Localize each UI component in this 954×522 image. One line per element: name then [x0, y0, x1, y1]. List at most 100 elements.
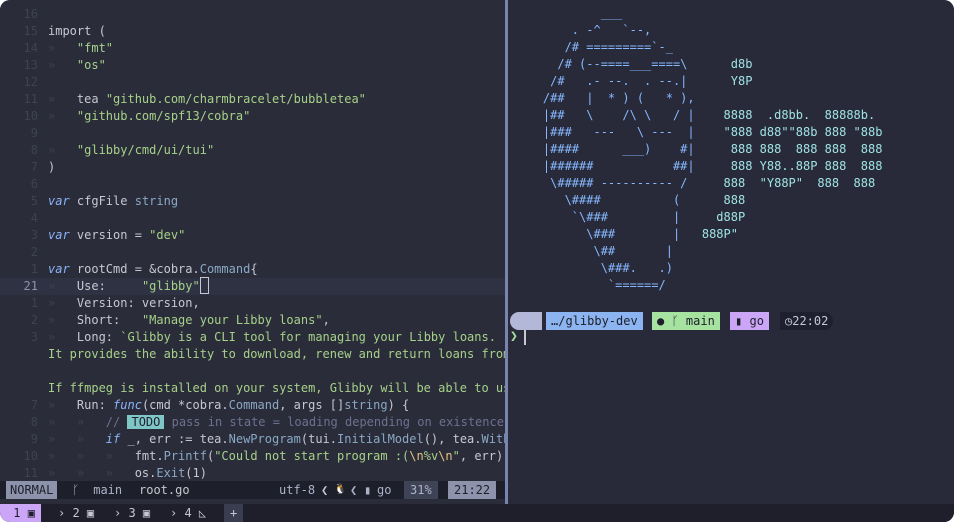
ascii-art-line: |## \ /\ \ / | 8888 .d8bb. 88888b. — [514, 107, 875, 124]
ascii-owl: \#### ( — [514, 193, 724, 207]
ascii-art-line: \## | — [514, 243, 673, 260]
code-token: %v — [423, 449, 439, 463]
code-text: » » » fmt.Printf("Could not start progra… — [48, 448, 503, 465]
code-line[interactable]: 5 var cfgFile string — [0, 193, 505, 210]
code-line[interactable]: 8 » "glibby/cmd/ui/tui" — [0, 142, 505, 159]
code-line[interactable]: 2 — [0, 244, 505, 261]
code-token: Long: — [76, 330, 121, 344]
window-tab-2[interactable]: › 2 ▣ — [52, 504, 100, 522]
line-number: 12 — [23, 75, 38, 89]
code-token: » — [48, 58, 77, 72]
shell-cursor[interactable] — [524, 330, 526, 345]
code-token: » » » — [48, 449, 135, 463]
ascii-logo-text: "888 d88""88b 888 "88b — [723, 125, 883, 139]
code-line[interactable]: 8 » » // TODO pass in state = loading dep… — [0, 414, 505, 431]
mode-indicator: NORMAL — [6, 481, 58, 499]
code-token: cfgFile — [69, 194, 135, 208]
code-line[interactable]: 1 » Version: version, — [0, 295, 505, 312]
code-line[interactable]: 6 — [0, 176, 505, 193]
code-token: » — [48, 398, 77, 412]
window-tab-3[interactable]: › 3 ▣ — [108, 504, 156, 522]
linux-icon: 🐧 — [334, 484, 347, 495]
code-line[interactable] — [0, 363, 505, 380]
code-text: » Run: func(cmd *cobra.Command, args []s… — [48, 397, 409, 414]
editor-pane[interactable]: 16 15 import (14» "fmt" 13» "os" 12 11» tea "… — [0, 0, 505, 504]
ascii-owl: . -^ `--, — [514, 23, 652, 37]
code-token: (cmd *cobra. — [141, 398, 229, 412]
chart-icon: ◺ — [198, 506, 207, 520]
code-line[interactable]: 1 var rootCmd = &cobra.Command{ — [0, 261, 505, 278]
code-line[interactable]: 2 » Short: "Manage your Libby loans", — [0, 312, 505, 329]
code-token: Use: — [76, 279, 142, 293]
ascii-owl: `======/ — [514, 278, 666, 292]
github-icon: ● — [657, 314, 665, 328]
prompt-time-label: 22:02 — [792, 314, 829, 328]
code-line[interactable]: 9 » » if _, err := tea.NewProgram(tui.Ini… — [0, 431, 505, 448]
code-token: os. — [134, 466, 157, 480]
code-text: » Use: "glibby" — [48, 277, 209, 295]
code-line[interactable]: 12 — [0, 74, 505, 91]
code-text: » Long: `Glibby is a CLI tool for managi… — [48, 329, 496, 346]
prompt-chevron: ❯ — [510, 329, 518, 344]
code-text: If ffmpeg is installed on your system, G… — [48, 380, 505, 397]
line-number: 11 — [23, 466, 38, 480]
chevron-left-icon: ❮ — [321, 483, 329, 497]
code-token: ) — [48, 160, 56, 174]
terminal-icon: ▣ — [27, 506, 35, 520]
code-line[interactable]: 4 — [0, 210, 505, 227]
code-token: var — [48, 194, 70, 208]
prompt-git: ● ᚴ main — [652, 312, 720, 330]
code-token: `Glibby is a CLI tool for managing your … — [120, 330, 496, 344]
code-text: var cfgFile string — [48, 193, 178, 210]
code-line[interactable]: 7) — [0, 159, 505, 176]
code-line[interactable]: It provides the ability to download, ren… — [0, 346, 505, 363]
code-token: (), tea. — [423, 432, 482, 446]
code-token: "os" — [76, 58, 106, 72]
code-line[interactable]: 3 var version = "dev" — [0, 227, 505, 244]
code-line[interactable]: 15 import ( — [0, 23, 505, 40]
code-line[interactable]: 14 » "fmt" — [0, 40, 505, 57]
code-token: fmt. — [134, 449, 164, 463]
ascii-logo-text: 888 "Y88P" 888 888 — [723, 176, 876, 190]
ascii-art-line: `\### | d88P — [514, 209, 745, 226]
terminal-icon: ▣ — [142, 506, 151, 520]
apple-icon — [510, 312, 542, 330]
code-line[interactable]: 3 » Long: `Glibby is a CLI tool for manag… — [0, 329, 505, 346]
code-line[interactable]: 11 » » » os.Exit(1) — [0, 465, 505, 482]
code-line[interactable]: 16 — [0, 6, 505, 23]
code-line[interactable]: 10 » » » fmt.Printf("Could not start prog… — [0, 448, 505, 465]
ascii-logo-text: 888 — [723, 193, 746, 207]
code-token: Short: — [76, 313, 142, 327]
code-text: » tea "github.com/charmbracelet/bubblete… — [48, 91, 366, 108]
line-number: 9 — [30, 126, 38, 140]
code-line[interactable]: 7 » Run: func(cmd *cobra.Command, args []… — [0, 397, 505, 414]
code-text: var version = "dev" — [48, 227, 185, 244]
ascii-art-line: /# =========`-_ — [514, 39, 673, 56]
ascii-owl: \## | — [514, 244, 673, 258]
tmux-tab-bar: 1 ▣ › 2 ▣ › 3 ▣ › 4 ◺ + — [0, 504, 954, 522]
code-text: » » if _, err := tea.NewProgram(tui.Init… — [48, 431, 505, 448]
code-token: » » — [48, 432, 106, 446]
code-line[interactable]: 11 » tea "github.com/charmbracelet/bubble… — [0, 91, 505, 108]
code-line[interactable]: 13 » "os" — [0, 57, 505, 74]
window-tab-1[interactable]: 1 ▣ — [0, 504, 41, 522]
line-number: 2 — [30, 313, 38, 327]
ascii-art-line: /# .- --. . --.| Y8P — [514, 73, 752, 90]
shell-pane[interactable]: ___ . -^ `--, /# =========`-_ /# (--====… — [508, 0, 954, 504]
line-number: 8 — [30, 415, 38, 429]
line-number: 2 — [30, 245, 38, 259]
git-branch-icon: ᚴ — [72, 483, 80, 497]
new-tab-button[interactable]: + — [224, 504, 244, 522]
line-number: 8 — [30, 143, 38, 157]
code-line[interactable]: 9 — [0, 125, 505, 142]
ascii-owl: |## \ /\ \ / | — [514, 108, 724, 122]
ascii-logo-text: Y8P — [730, 74, 753, 88]
code-token: "glibby/cmd/ui/tui" — [76, 143, 215, 157]
line-number: 16 — [23, 7, 38, 21]
code-line[interactable]: 10 » "github.com/spf13/cobra" — [0, 108, 505, 125]
code-token: » — [48, 279, 77, 293]
code-token: string — [344, 398, 388, 412]
window-tab-4[interactable]: › 4 ◺ — [164, 504, 212, 522]
code-line[interactable]: 21 » Use: "glibby" — [0, 277, 505, 295]
code-line[interactable]: If ffmpeg is installed on your system, G… — [0, 380, 505, 397]
